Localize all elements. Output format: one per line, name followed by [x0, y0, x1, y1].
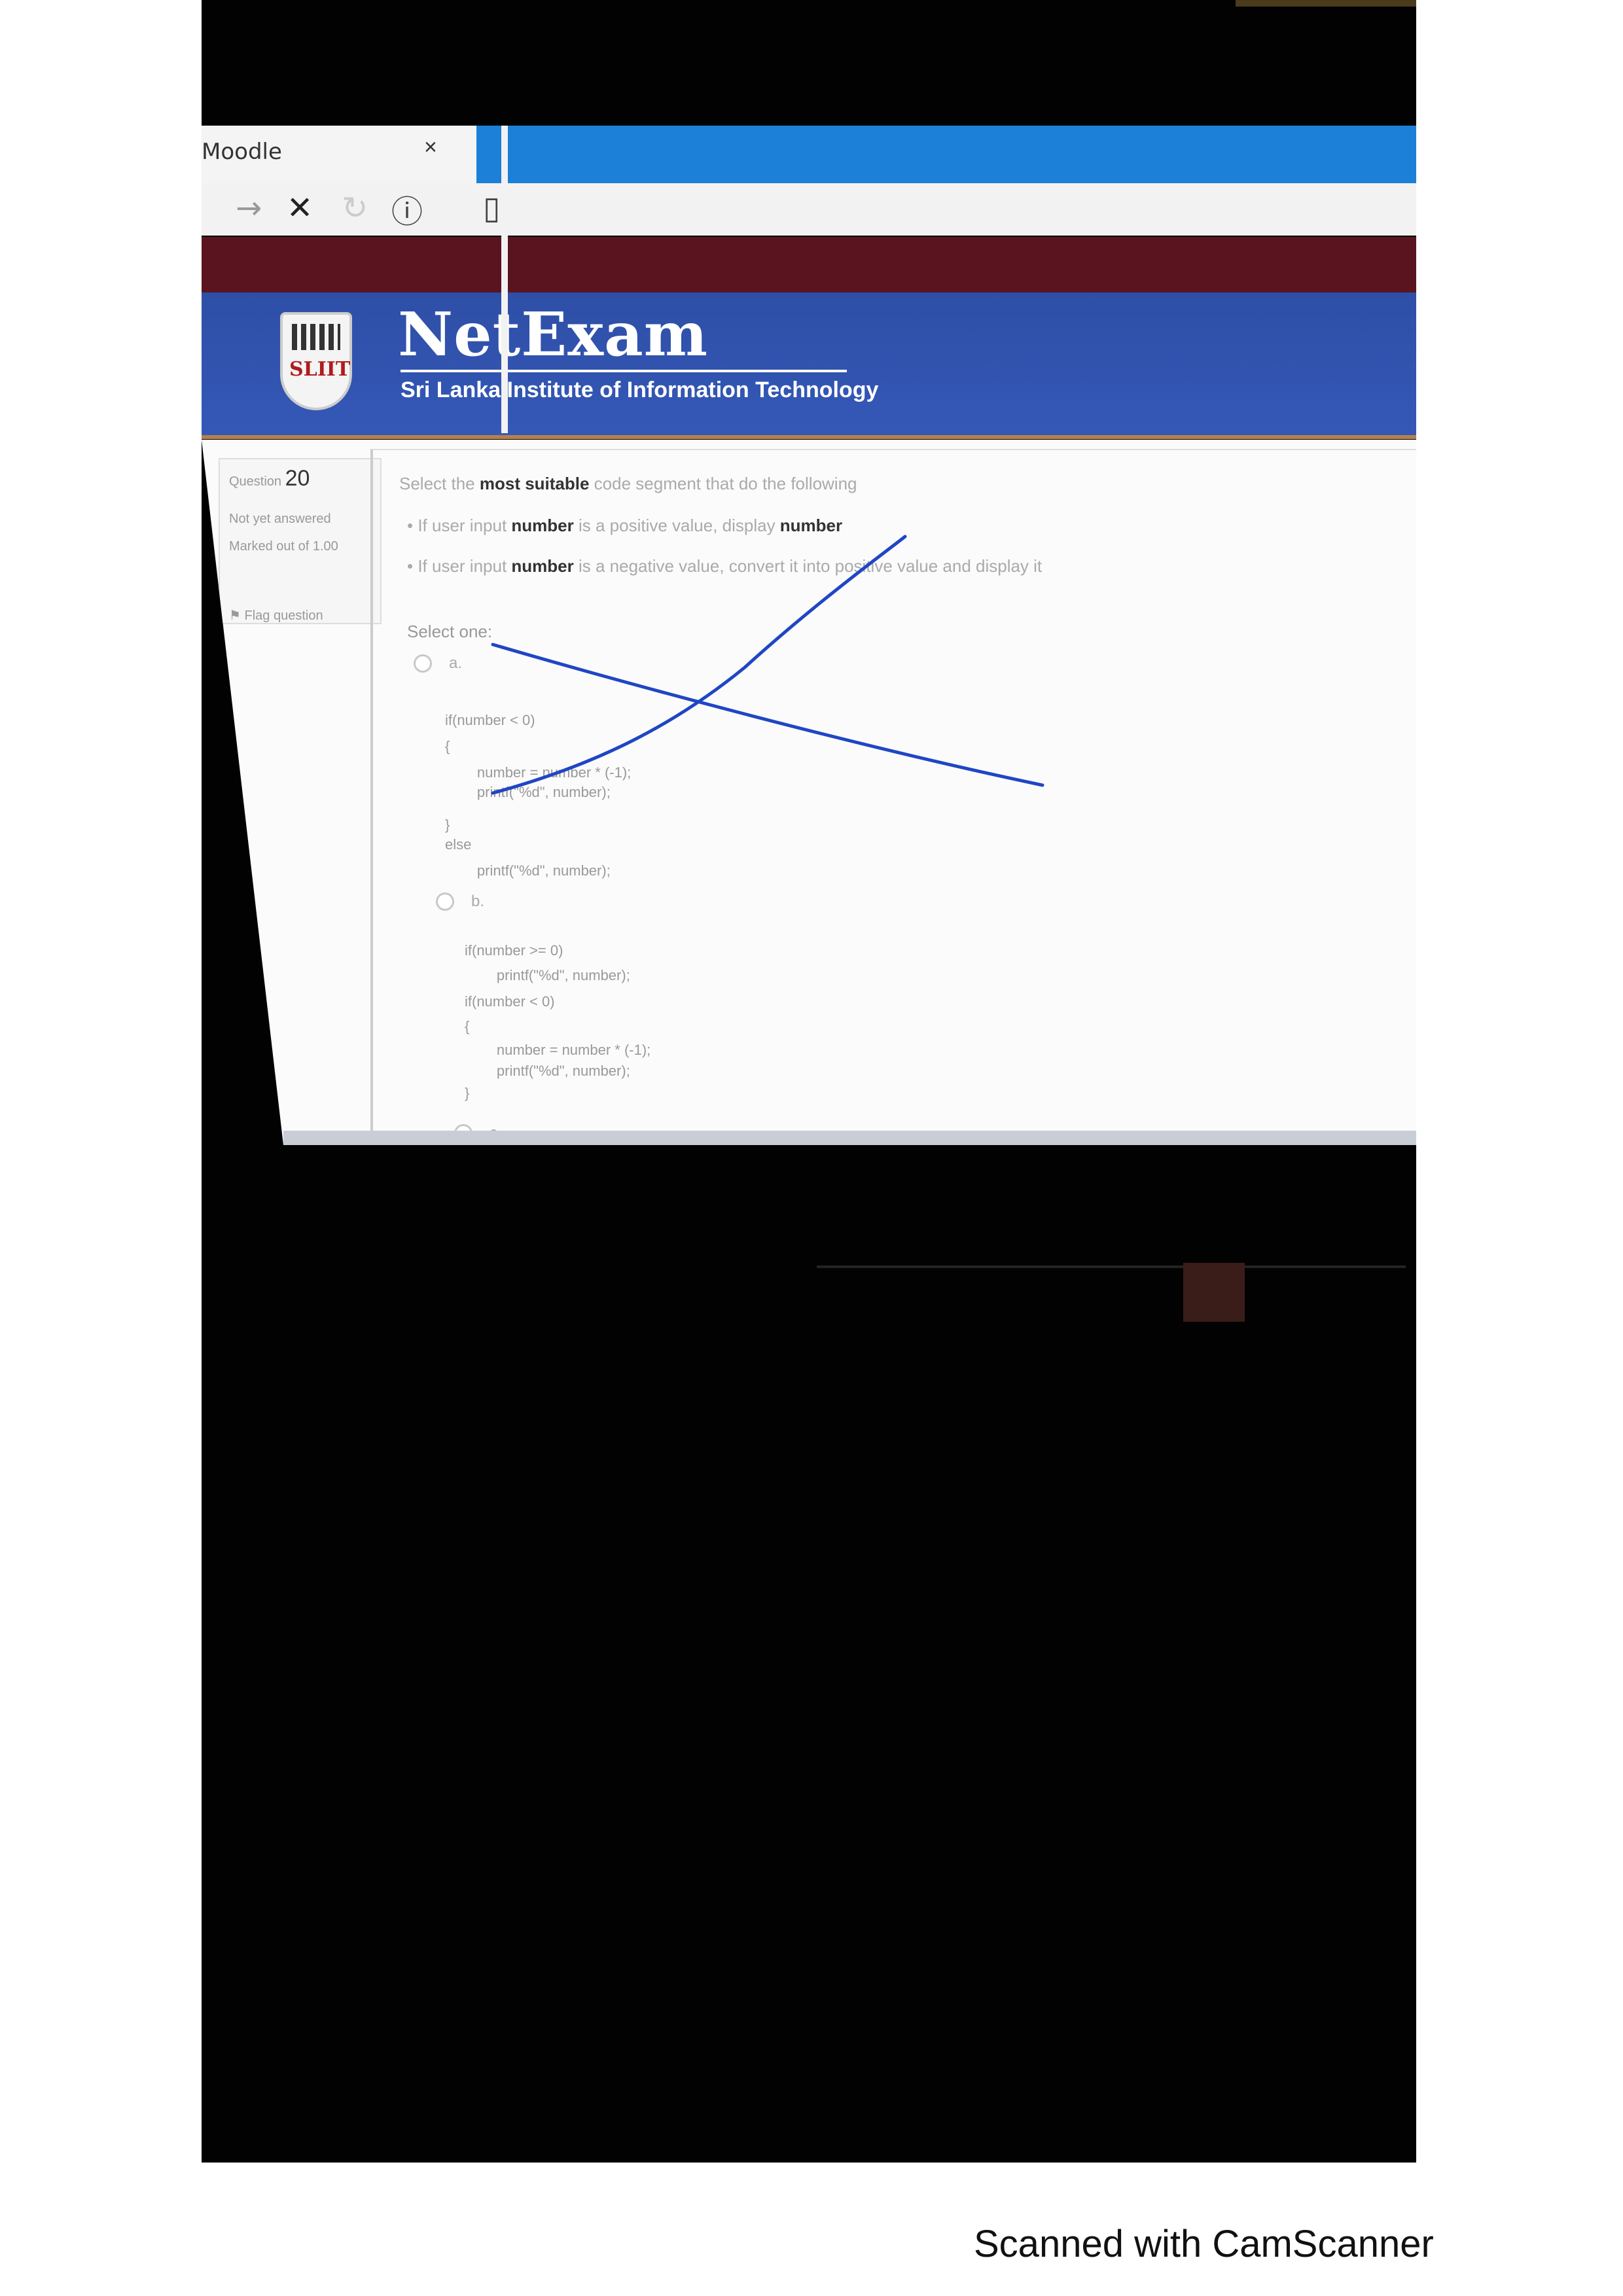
forward-icon[interactable]: → [236, 190, 262, 226]
question-info-panel: Question 20 Not yet answered Marked out … [219, 458, 382, 624]
option-a-code-line: printf("%d", number); [445, 784, 611, 800]
flag-question-link[interactable]: ⚑ Flag question [229, 607, 323, 624]
title-divider [401, 370, 847, 372]
option-b-code-line: number = number * (-1); [465, 1042, 651, 1058]
browser-toolbar: → ✕ ↻ ⓘ ▯ [202, 183, 1416, 236]
option-b-code-line: if(number >= 0) [465, 942, 563, 959]
bullet-bold: number [511, 556, 574, 576]
browser-tab-strip: Moodle × [202, 126, 1416, 183]
question-number: Question 20 [229, 466, 310, 491]
option-a-code-line: } [445, 817, 450, 833]
screen-glare-line [501, 126, 508, 433]
stop-icon[interactable]: ✕ [287, 190, 313, 226]
select-one-label: Select one: [407, 622, 493, 641]
sliit-logo: SLIIT [280, 312, 352, 410]
question-marks: Marked out of 1.00 [229, 539, 338, 554]
option-b-code-line: if(number < 0) [465, 993, 555, 1010]
screen-bottom-bar [283, 1131, 1416, 1145]
bullet-bold: number [779, 516, 843, 535]
option-b-letter: b. [471, 892, 485, 910]
prompt-part: code segment that do the following [589, 474, 857, 493]
question-state: Not yet answered [229, 512, 331, 526]
tab-title: Moodle [202, 139, 282, 165]
site-top-bar [202, 237, 1416, 292]
scanner-watermark: Scanned with CamScanner [974, 2223, 1434, 2265]
option-b-code-line: printf("%d", number); [465, 1063, 630, 1079]
desk-edge [817, 1265, 1406, 1268]
option-a-code-line: else [445, 836, 472, 853]
requirement-bullet: • If user input number is a negative val… [407, 556, 1043, 576]
question-content: Select the most suitable code segment th… [370, 449, 1416, 1145]
quiz-page: Question 20 Not yet answered Marked out … [202, 440, 1416, 1145]
option-a-code-line: printf("%d", number); [445, 862, 611, 879]
bullet-text: If user input [418, 516, 512, 535]
tab-close-icon[interactable]: × [424, 135, 437, 160]
info-icon[interactable]: ⓘ [391, 186, 423, 232]
question-label: Question [229, 474, 282, 489]
option-a-code-line: number = number * (-1); [445, 764, 632, 781]
bullet-bold: number [511, 516, 574, 535]
option-b-code-line: { [465, 1018, 470, 1034]
prompt-bold: most suitable [479, 474, 590, 493]
question-number-value: 20 [285, 466, 310, 491]
option-b-code-line: printf("%d", number); [465, 967, 630, 983]
reader-icon[interactable]: ▯ [483, 190, 500, 226]
site-banner: SLIIT NetExam Sri Lanka Institute of Inf… [202, 292, 1416, 439]
browser-tab[interactable]: Moodle × [202, 126, 476, 183]
option-a-letter: a. [449, 654, 463, 672]
bullet-text: is a positive value, display [573, 516, 780, 535]
reload-icon[interactable]: ↻ [342, 190, 368, 226]
requirement-bullet: • If user input number is a positive val… [407, 516, 843, 535]
photo-of-screen: Moodle × → ✕ ↻ ⓘ ▯ SLIIT NetExam Sri Lan… [202, 0, 1416, 2163]
site-subtitle: Sri Lanka Institute of Information Techn… [401, 378, 879, 402]
option-a-code-line: { [445, 738, 450, 754]
flag-label: Flag question [244, 609, 323, 623]
bullet-text: If user input [418, 556, 512, 576]
prompt-part: Select the [399, 474, 480, 493]
flag-icon: ⚑ [229, 609, 245, 623]
option-a-code-line: if(number < 0) [445, 712, 535, 728]
logo-grid-icon [292, 324, 340, 350]
option-a-radio[interactable] [414, 654, 432, 673]
option-b-code-line: } [465, 1085, 470, 1101]
background-glint [1236, 0, 1416, 7]
desk-object [1183, 1263, 1245, 1322]
bullet-text: is a negative value, convert it into pos… [573, 556, 1043, 576]
logo-text: SLIIT [289, 358, 351, 381]
option-b-radio[interactable] [436, 892, 454, 911]
question-prompt: Select the most suitable code segment th… [399, 474, 857, 494]
site-title: NetExam [398, 299, 709, 370]
